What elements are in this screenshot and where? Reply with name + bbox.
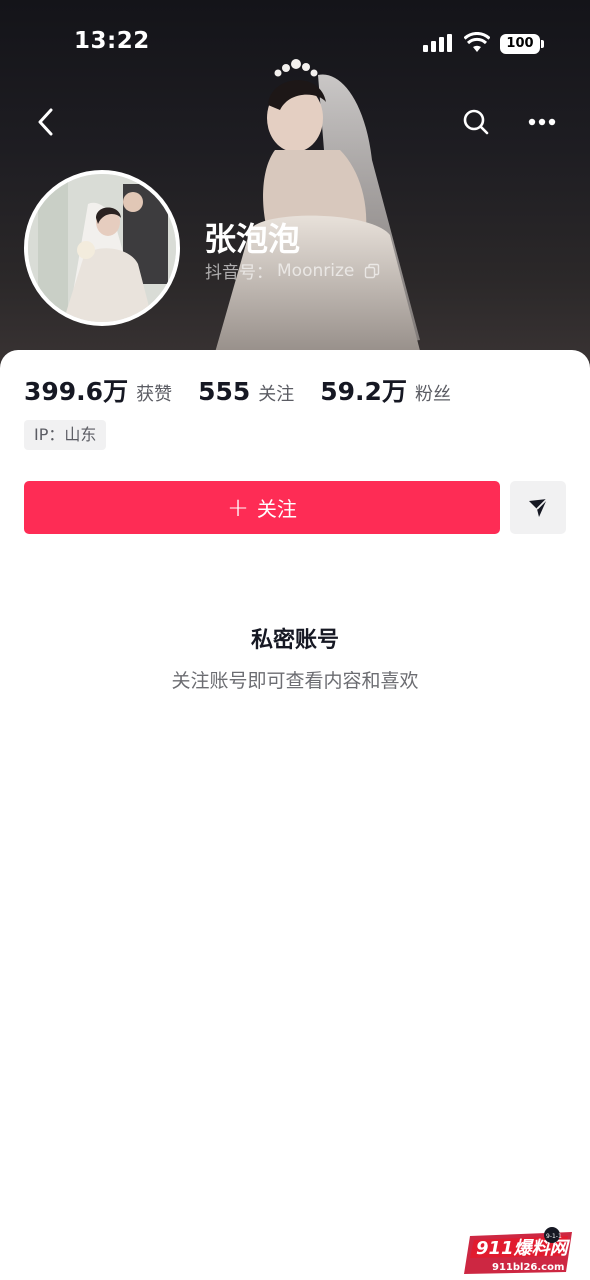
more-options-button[interactable] xyxy=(518,98,566,146)
avatar-photo xyxy=(28,174,176,322)
stat-followers[interactable]: 59.2万 粉丝 xyxy=(320,372,451,408)
stat-label: 关注 xyxy=(258,384,295,405)
avatar[interactable] xyxy=(24,170,180,326)
svg-text:911bl26.com: 911bl26.com xyxy=(492,1262,564,1273)
status-bar: 13:22 100 xyxy=(0,0,590,88)
search-icon xyxy=(463,109,489,135)
more-dots-icon xyxy=(528,118,556,126)
back-button[interactable] xyxy=(22,98,70,146)
copy-icon[interactable] xyxy=(364,263,380,279)
handle-label: 抖音号： xyxy=(205,263,273,283)
profile-sheet: 399.6万 获赞 555 关注 59.2万 粉丝 IP：山东 + 关注 私密账… xyxy=(0,350,590,1280)
cellular-signal-icon xyxy=(423,34,452,52)
send-arrow-icon xyxy=(529,497,548,517)
cover-photo xyxy=(210,59,425,370)
ip-location-tag: IP：山东 xyxy=(24,420,107,450)
follow-label: 关注 xyxy=(256,497,297,521)
stat-value: 399.6万 xyxy=(24,377,129,406)
watermark-logo: 911爆料网 911bl26.com 9-1-1 xyxy=(464,1227,572,1274)
chevron-left-icon xyxy=(38,108,53,136)
status-time: 13:22 xyxy=(74,28,150,54)
stat-label: 粉丝 xyxy=(414,384,451,405)
stat-label: 获赞 xyxy=(136,384,173,405)
follow-button[interactable]: + 关注 xyxy=(24,481,500,534)
profile-handle-row: 抖音号： Moonrize xyxy=(205,258,380,283)
private-account-title: 私密账号 xyxy=(250,628,339,653)
stat-value: 59.2万 xyxy=(320,377,407,406)
stat-likes: 399.6万 获赞 xyxy=(24,372,172,408)
svg-text:9-1-1: 9-1-1 xyxy=(546,1233,562,1240)
plus-icon: + xyxy=(227,492,249,523)
search-button[interactable] xyxy=(452,98,500,146)
stat-value: 555 xyxy=(198,377,251,406)
battery-indicator: 100 xyxy=(500,34,544,54)
wifi-icon xyxy=(464,32,490,52)
profile-nickname: 张泡泡 xyxy=(204,220,301,258)
stat-following[interactable]: 555 关注 xyxy=(198,377,294,406)
handle-id: Moonrize xyxy=(277,260,355,281)
message-button[interactable] xyxy=(510,481,566,534)
profile-stats: 399.6万 获赞 555 关注 59.2万 粉丝 xyxy=(24,372,477,408)
private-account-description: 关注账号即可查看内容和喜欢 xyxy=(171,670,419,692)
